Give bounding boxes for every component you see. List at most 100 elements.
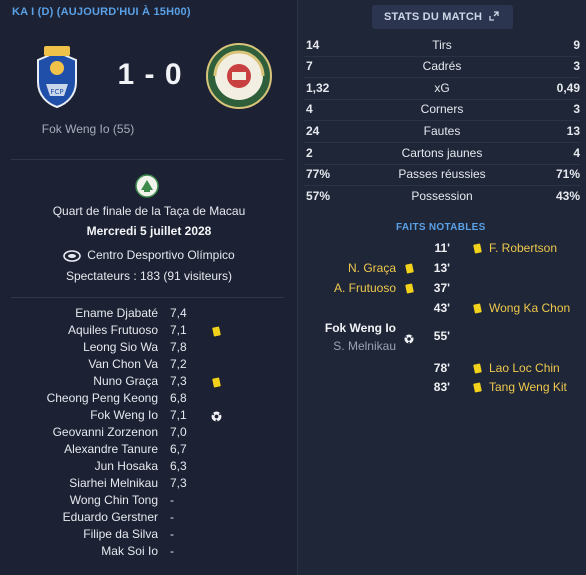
player-name[interactable]: Van Chon Va [88, 357, 158, 371]
player-name[interactable]: Jun Hosaka [95, 459, 158, 473]
player-name[interactable]: Leong Sio Wa [83, 340, 158, 354]
player-rating-row[interactable]: Ename Djabaté 7,4 [0, 306, 298, 323]
player-rating-row[interactable]: Nuno Graça 7,3 [0, 374, 298, 391]
stat-row: 14 Tirs 9 [304, 35, 580, 56]
player-rating: 7,2 [170, 357, 187, 371]
spectators: Spectateurs : 183 (91 visiteurs) [65, 269, 233, 283]
goal-ball-icon [211, 411, 222, 425]
stat-label: Possession [411, 189, 473, 203]
stat-away-value: 3 [573, 102, 580, 116]
player-rating-row[interactable]: Siarhei Melnikau 7,3 [0, 476, 298, 493]
stat-away-value: 9 [573, 38, 580, 52]
player-rating: 7,1 [170, 408, 187, 422]
section-divider [11, 297, 284, 298]
player-rating: 7,3 [170, 374, 187, 388]
player-rating: 6,7 [170, 442, 187, 456]
player-name[interactable]: Filipe da Silva [83, 527, 158, 541]
competition-logo-icon [135, 174, 159, 198]
event-minute: 43' [433, 301, 450, 315]
match-stats-button[interactable]: STATS DU MATCH [372, 5, 513, 29]
stat-row: 4 Corners 3 [304, 99, 580, 120]
stat-away-value: 71% [555, 167, 580, 181]
event-minute: 13' [433, 261, 450, 275]
yellow-card-icon [212, 377, 221, 388]
home-team-crest[interactable]: FCP [30, 44, 84, 110]
player-rating: 7,8 [170, 340, 187, 354]
competition-round[interactable]: Quart de finale de la Taça de Macau [0, 204, 298, 218]
stadium-icon [63, 250, 82, 262]
event-minute: 55' [433, 329, 450, 343]
event-away-player[interactable]: F. Robertson [489, 241, 557, 257]
player-rating-row[interactable]: Jun Hosaka 6,3 [0, 459, 298, 476]
player-rating: 7,3 [170, 476, 187, 490]
player-name[interactable]: Ename Djabaté [75, 306, 158, 320]
player-name[interactable]: Mak Soi Io [101, 544, 158, 558]
player-name[interactable]: Alexandre Tanure [64, 442, 158, 456]
player-name[interactable]: Siarhei Melnikau [69, 476, 158, 490]
player-rating-row[interactable]: Eduardo Gerstner - [0, 510, 298, 527]
section-divider [11, 159, 284, 160]
player-rating: 7,1 [170, 323, 187, 337]
event-assist-player[interactable]: S. Melnikau [333, 339, 396, 355]
match-score: 1 - 0 [117, 58, 183, 91]
stat-row: 57% Possession 43% [304, 186, 580, 207]
goal-scorer-summary: Fok Weng Io (55) [41, 122, 135, 136]
player-rating-row[interactable]: Cheong Peng Keong 6,8 [0, 391, 298, 408]
event-minute: 83' [433, 380, 450, 394]
expand-icon [489, 11, 499, 21]
player-rating: - [170, 510, 174, 524]
player-rating: 7,4 [170, 306, 187, 320]
event-home-player[interactable]: A. Frutuoso [334, 281, 396, 297]
event-away-player[interactable]: Tang Weng Kit [489, 380, 567, 396]
stat-label: xG [434, 81, 450, 95]
player-rating-row[interactable]: Wong Chin Tong - [0, 493, 298, 510]
stat-away-value: 3 [573, 59, 580, 73]
event-away-player[interactable]: Lao Loc Chin [489, 361, 560, 377]
stat-label: Fautes [423, 124, 461, 138]
stat-row: 7 Cadrés 3 [304, 56, 580, 77]
player-name[interactable]: Fok Weng Io [90, 408, 158, 422]
player-rating: 6,3 [170, 459, 187, 473]
player-rating: 6,8 [170, 391, 187, 405]
player-name[interactable]: Nuno Graça [93, 374, 158, 388]
stat-row: 2 Cartons jaunes 4 [304, 143, 580, 164]
player-rating-row[interactable]: Mak Soi Io - [0, 544, 298, 561]
stat-label: Cadrés [422, 59, 462, 73]
event-minute: 37' [433, 281, 450, 295]
away-team-crest[interactable] [205, 42, 273, 110]
player-name[interactable]: Wong Chin Tong [70, 493, 158, 507]
match-stats-label: STATS DU MATCH [384, 11, 483, 23]
yellow-card-icon [212, 326, 221, 337]
player-rating-row[interactable]: Geovanni Zorzenon 7,0 [0, 425, 298, 442]
svg-text:FCP: FCP [50, 88, 63, 96]
player-rating-row[interactable]: Aquiles Frutuoso 7,1 [0, 323, 298, 340]
match-date: Mercredi 5 juillet 2028 [86, 224, 212, 238]
stat-row: 77% Passes réussies 71% [304, 164, 580, 185]
event-goal-scorer[interactable]: Fok Weng Io [325, 321, 396, 337]
player-rating-row[interactable]: Filipe da Silva - [0, 527, 298, 544]
player-rating: - [170, 544, 174, 558]
player-rating-row[interactable]: Leong Sio Wa 7,8 [0, 340, 298, 357]
stat-row: 1,32 xG 0,49 [304, 78, 580, 99]
stat-label: Corners [420, 102, 464, 116]
player-name[interactable]: Geovanni Zorzenon [53, 425, 158, 439]
stadium-row[interactable]: Centro Desportivo Olímpico [0, 248, 298, 262]
player-rating-row[interactable]: Alexandre Tanure 6,7 [0, 442, 298, 459]
player-name[interactable]: Eduardo Gerstner [63, 510, 158, 524]
event-home-player[interactable]: N. Graça [348, 261, 396, 277]
player-rating: - [170, 493, 174, 507]
player-rating-row[interactable]: Fok Weng Io 7,1 [0, 408, 298, 425]
stat-away-value: 0,49 [556, 81, 580, 95]
player-name[interactable]: Cheong Peng Keong [47, 391, 158, 405]
event-minute: 11' [434, 241, 450, 255]
stat-row: 24 Fautes 13 [304, 121, 580, 142]
goal-ball-icon [404, 331, 414, 344]
player-name[interactable]: Aquiles Frutuoso [68, 323, 158, 337]
stat-label: Cartons jaunes [401, 146, 483, 160]
player-rating-row[interactable]: Van Chon Va 7,2 [0, 357, 298, 374]
notable-events-title: FAITS NOTABLES [396, 222, 486, 233]
event-away-player[interactable]: Wong Ka Chon [489, 301, 570, 317]
stat-label: Tirs [432, 38, 452, 52]
player-rating: 7,0 [170, 425, 187, 439]
competition-header[interactable]: KA I (D) (AUJOURD'HUI À 15H00) [12, 6, 191, 18]
